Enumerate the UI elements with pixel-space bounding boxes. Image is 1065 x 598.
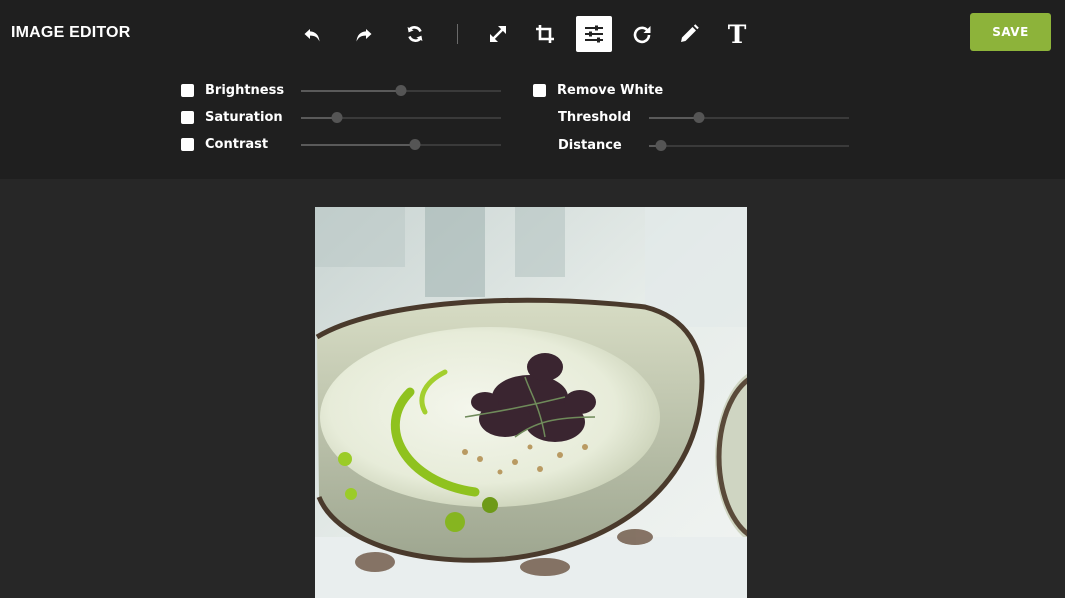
distance-slider[interactable]: [649, 140, 849, 152]
remove-white-label: Remove White: [557, 82, 664, 98]
toolbar-divider: [457, 24, 458, 44]
remove-white-checkbox[interactable]: [533, 83, 546, 97]
app-title: IMAGE EDITOR: [11, 24, 131, 41]
saturation-option: Saturation: [181, 108, 283, 126]
slider-thumb[interactable]: [331, 112, 343, 123]
distance-option: Distance: [558, 136, 622, 154]
crop-button[interactable]: [527, 16, 563, 52]
contrast-option: Contrast: [181, 135, 268, 153]
draw-button[interactable]: [671, 16, 707, 52]
brightness-option: Brightness: [181, 81, 284, 99]
rotate-button[interactable]: [624, 16, 660, 52]
reset-button[interactable]: [397, 16, 433, 52]
slider-thumb[interactable]: [409, 139, 421, 150]
saturation-label: Saturation: [205, 109, 283, 125]
crop-icon: [536, 25, 554, 43]
reset-icon: [407, 26, 423, 42]
edited-image[interactable]: [315, 207, 747, 598]
soup-bowl-photo: [315, 207, 747, 598]
saturation-slider[interactable]: [301, 112, 501, 124]
contrast-label: Contrast: [205, 136, 269, 152]
redo-button[interactable]: [346, 16, 382, 52]
adjust-button[interactable]: [576, 16, 612, 52]
undo-icon: [304, 29, 320, 42]
redo-icon: [356, 29, 372, 42]
text-icon: T: [727, 19, 747, 49]
save-button[interactable]: SAVE: [970, 13, 1051, 51]
sliders-icon: [585, 25, 603, 43]
pencil-icon: [681, 24, 699, 42]
text-button[interactable]: T: [719, 16, 755, 52]
rotate-icon: [633, 26, 651, 44]
remove-white-option: Remove White: [533, 81, 663, 99]
slider-thumb[interactable]: [655, 140, 667, 151]
resize-button[interactable]: [480, 16, 516, 52]
brightness-label: Brightness: [205, 82, 285, 98]
slider-thumb[interactable]: [693, 112, 705, 123]
editor-toolbar-panel: IMAGE EDITOR T SAVE Brightness Saturatio…: [0, 0, 1065, 179]
threshold-option: Threshold: [558, 108, 631, 126]
distance-label: Distance: [558, 137, 622, 153]
threshold-slider[interactable]: [649, 112, 849, 124]
brightness-slider[interactable]: [301, 85, 501, 97]
contrast-checkbox[interactable]: [181, 137, 194, 151]
slider-thumb[interactable]: [395, 85, 407, 96]
threshold-label: Threshold: [558, 109, 632, 125]
resize-icon: [490, 26, 506, 42]
saturation-checkbox[interactable]: [181, 110, 194, 124]
contrast-slider[interactable]: [301, 139, 501, 151]
undo-button[interactable]: [294, 16, 330, 52]
brightness-checkbox[interactable]: [181, 83, 194, 97]
